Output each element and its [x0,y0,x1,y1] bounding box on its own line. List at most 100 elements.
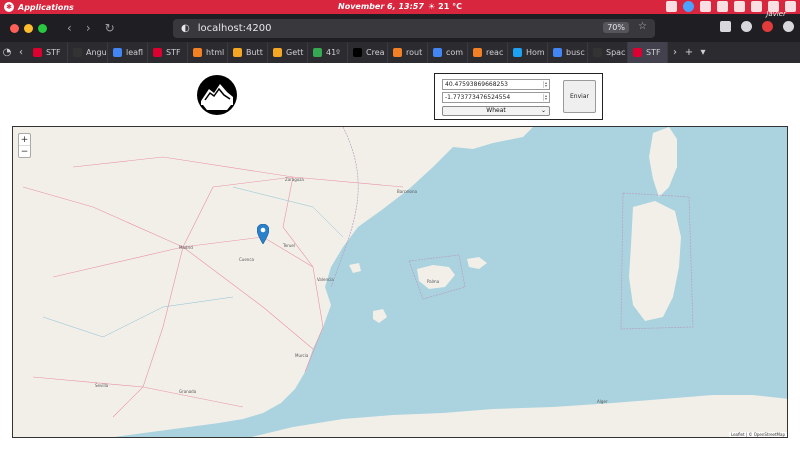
tab-label: Spac [606,48,626,57]
browser-tab[interactable]: com [428,42,468,63]
zoom-in-button[interactable]: + [19,134,30,146]
reload-icon[interactable]: ↻ [105,21,115,35]
forward-icon[interactable]: › [86,21,91,35]
url-text[interactable]: localhost:4200 [198,23,272,34]
latitude-input[interactable]: 40.47593869668253 ▴ ▾ [442,79,550,90]
browser-tab[interactable]: STF [148,42,188,63]
sun-icon: ☀ [428,2,436,11]
longitude-value[interactable]: -1.773773476524554 [445,94,510,101]
browser-tab[interactable]: html [188,42,228,63]
page-info-icon[interactable]: ◐ [181,23,190,34]
browser-tab[interactable]: STF [28,42,68,63]
scroll-tabs-left-icon[interactable]: ‹ [14,47,28,58]
browser-tab[interactable]: Hom [508,42,548,63]
new-tab-icon[interactable]: + [682,47,696,58]
browser-tab[interactable]: Crea [348,42,388,63]
scroll-tabs-right-icon[interactable]: › [668,47,682,58]
browser-tab[interactable]: busc [548,42,588,63]
app-logo [197,75,237,115]
back-icon[interactable]: ‹ [67,21,72,35]
applications-label: Applications [18,2,74,12]
latitude-stepper-icon[interactable]: ▴ ▾ [543,81,548,88]
tab-label: com [446,48,464,57]
tab-bar: ◔ ‹ STF Angu leafl STF html Butt Gett 41º Crea ro… [0,42,800,63]
weather-temp: 21 °C [438,2,462,11]
clock[interactable]: November 6, 13:57 [338,2,424,11]
zoom-level[interactable]: 70% [603,22,629,33]
network-icon[interactable] [734,1,745,12]
map-label-sevilla: Sevilla [95,383,109,388]
map-label-cuenca: Cuenca [239,257,254,262]
bookmark-star-icon[interactable]: ☆ [638,21,647,32]
user-name: Javier [766,10,786,18]
angular-icon [153,48,162,57]
longitude-stepper-icon[interactable]: ▴ ▾ [543,94,548,101]
map-label-madrid: Madrid [179,245,193,250]
map-attribution[interactable]: Leaflet | © OpenStreetMap [728,432,787,437]
map-label-granada: Granada [179,389,197,394]
stackoverflow-icon [193,48,202,57]
tab-label: Butt [246,48,263,57]
browser-tab[interactable]: 41º [308,42,348,63]
latitude-value[interactable]: 40.47593869668253 [445,81,508,88]
google-icon [553,48,562,57]
browser-tab[interactable]: Butt [228,42,268,63]
map-label-palma: Palma [427,279,440,284]
browser-tab[interactable]: leafl [108,42,148,63]
maximize-window-button[interactable] [38,23,47,33]
tab-label: leafl [126,48,144,57]
browser-tab[interactable]: rout [388,42,428,63]
account-icon[interactable] [783,21,794,32]
bluetooth-icon[interactable] [700,1,711,12]
browser-tab[interactable]: reac [468,42,508,63]
google-icon [113,48,122,57]
container-tab-icon[interactable] [720,21,731,32]
github-icon [593,48,602,57]
zoom-out-button[interactable]: − [19,146,30,158]
tab-list-dropdown-icon[interactable]: ▾ [696,47,710,58]
tab-label: STF [46,48,61,57]
tab-label: html [206,48,225,57]
shield-icon[interactable] [717,1,728,12]
toolbar-extensions: Javier [720,10,794,32]
longitude-input[interactable]: -1.773773476524554 ▴ ▾ [442,92,550,103]
address-bar[interactable]: ◐ localhost:4200 70% ☆ [173,19,655,38]
map-label-valencia: Valencia [317,277,334,282]
firefox-view-icon[interactable]: ◔ [0,47,14,58]
submit-button[interactable]: Enviar [563,80,596,113]
applications-menu[interactable]: ✱ Applications [0,2,74,12]
angular-icon [33,48,42,57]
tab-label: 41º [326,48,340,57]
crop-select-value[interactable]: Wheat [486,107,505,114]
map-tiles[interactable] [13,127,788,438]
weather[interactable]: ☀ 21 °C [428,2,462,11]
crop-select[interactable]: Wheat ⌄ [442,106,550,116]
github-icon [73,48,82,57]
map-label-alger: Alger [597,399,608,404]
power-icon[interactable] [785,1,796,12]
leaflet-map[interactable]: Zaragoza Barcelona Madrid Valencia Murci… [12,126,788,438]
page-content: 40.47593869668253 ▴ ▾ -1.773773476524554 … [0,63,800,450]
tab-label: Hom [526,48,545,57]
grid-icon[interactable] [666,1,677,12]
browser-tab[interactable]: Gett [268,42,308,63]
tab-label: Angu [86,48,107,57]
tab-label: reac [486,48,504,57]
extension-icon[interactable] [762,21,773,32]
stackoverflow-icon [393,48,402,57]
map-label-zaragoza: Zaragoza [285,177,304,182]
browser-tab[interactable]: STF [628,42,668,63]
profile-icon[interactable] [741,21,752,32]
minimize-window-button[interactable] [24,23,33,33]
browser-tab[interactable]: Spac [588,42,628,63]
chrome-icon[interactable] [683,1,694,12]
navigation-buttons: ‹ › ↻ [67,21,115,35]
map-label-teruel: Teruel [283,243,295,248]
map-marker-icon[interactable] [257,224,269,244]
map-label-barcelona: Barcelona [397,189,417,194]
close-window-button[interactable] [10,23,19,33]
tab-list: STF Angu leafl STF html Butt Gett 41º Crea rout co… [28,42,668,63]
medium-icon [353,48,362,57]
browser-tab[interactable]: Angu [68,42,108,63]
volume-icon[interactable] [751,1,762,12]
